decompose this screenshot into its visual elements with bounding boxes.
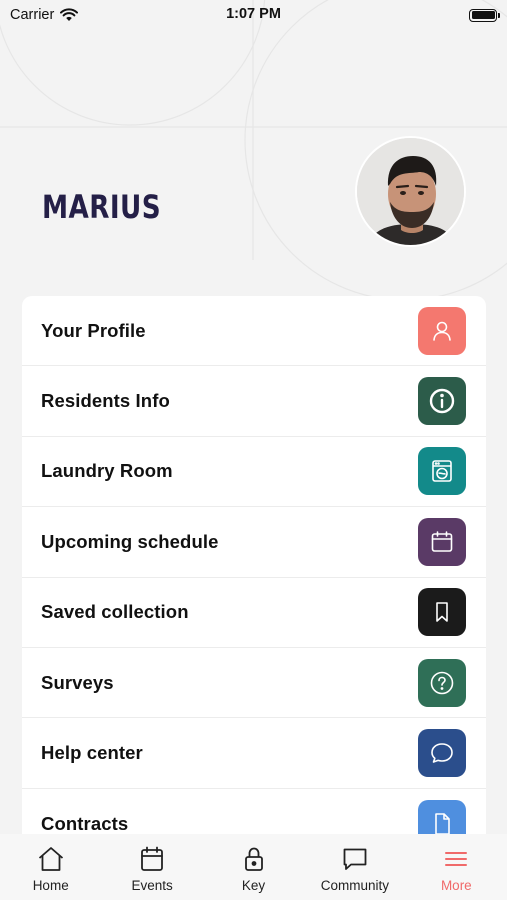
menu-item-saved-collection[interactable]: Saved collection: [22, 578, 486, 648]
menu-item-label: Contracts: [41, 812, 129, 834]
status-time: 1:07 PM: [226, 6, 281, 22]
menu-item-laundry-room[interactable]: Laundry Room: [22, 437, 486, 508]
menu-item-label: Surveys: [41, 671, 114, 693]
document-icon: [418, 799, 466, 834]
menu-item-label: Your Profile: [41, 319, 146, 341]
menu-item-label: Residents Info: [41, 390, 170, 412]
tab-label: More: [440, 878, 472, 893]
menu-item-your-profile[interactable]: Your Profile: [22, 296, 486, 367]
tab-label: Events: [131, 878, 173, 893]
tab-community[interactable]: Community: [304, 834, 405, 900]
menu-icon: [445, 852, 468, 866]
info-icon: [418, 377, 466, 426]
menu-item-help-center[interactable]: Help center: [22, 718, 486, 789]
avatar-portrait: [357, 138, 464, 245]
menu-item-upcoming-schedule[interactable]: Upcoming schedule: [22, 507, 486, 578]
tab-events[interactable]: Events: [101, 834, 202, 900]
chat-icon: [343, 848, 367, 870]
menu-item-label: Saved collection: [41, 601, 189, 623]
menu-card: Your Profile Residents Info Laundry Room: [22, 296, 486, 834]
calendar-icon: [418, 517, 466, 566]
menu-item-label: Laundry Room: [41, 460, 173, 482]
calendar-icon: [141, 846, 164, 871]
tab-home[interactable]: Home: [0, 834, 101, 900]
tab-label: Home: [32, 878, 69, 893]
lock-icon: [244, 847, 263, 871]
tab-bar: Home Events Key Community More: [0, 834, 507, 900]
tab-label: Community: [320, 878, 390, 893]
menu-item-surveys[interactable]: Surveys: [22, 648, 486, 719]
avatar[interactable]: [355, 136, 466, 247]
home-icon: [38, 847, 63, 871]
tab-label: Key: [241, 878, 266, 893]
tab-more[interactable]: More: [406, 834, 507, 900]
user-name: MARIUS: [42, 188, 162, 226]
menu-item-label: Help center: [41, 742, 143, 764]
chat-bubble-icon: [418, 729, 466, 778]
question-icon: [418, 658, 466, 707]
menu-item-contracts[interactable]: Contracts: [22, 789, 486, 834]
person-icon: [418, 306, 466, 355]
menu-item-residents-info[interactable]: Residents Info: [22, 366, 486, 437]
washing-machine-icon: [418, 447, 466, 496]
bookmark-icon: [418, 588, 466, 637]
menu-item-label: Upcoming schedule: [41, 530, 219, 552]
tab-key[interactable]: Key: [203, 834, 304, 900]
